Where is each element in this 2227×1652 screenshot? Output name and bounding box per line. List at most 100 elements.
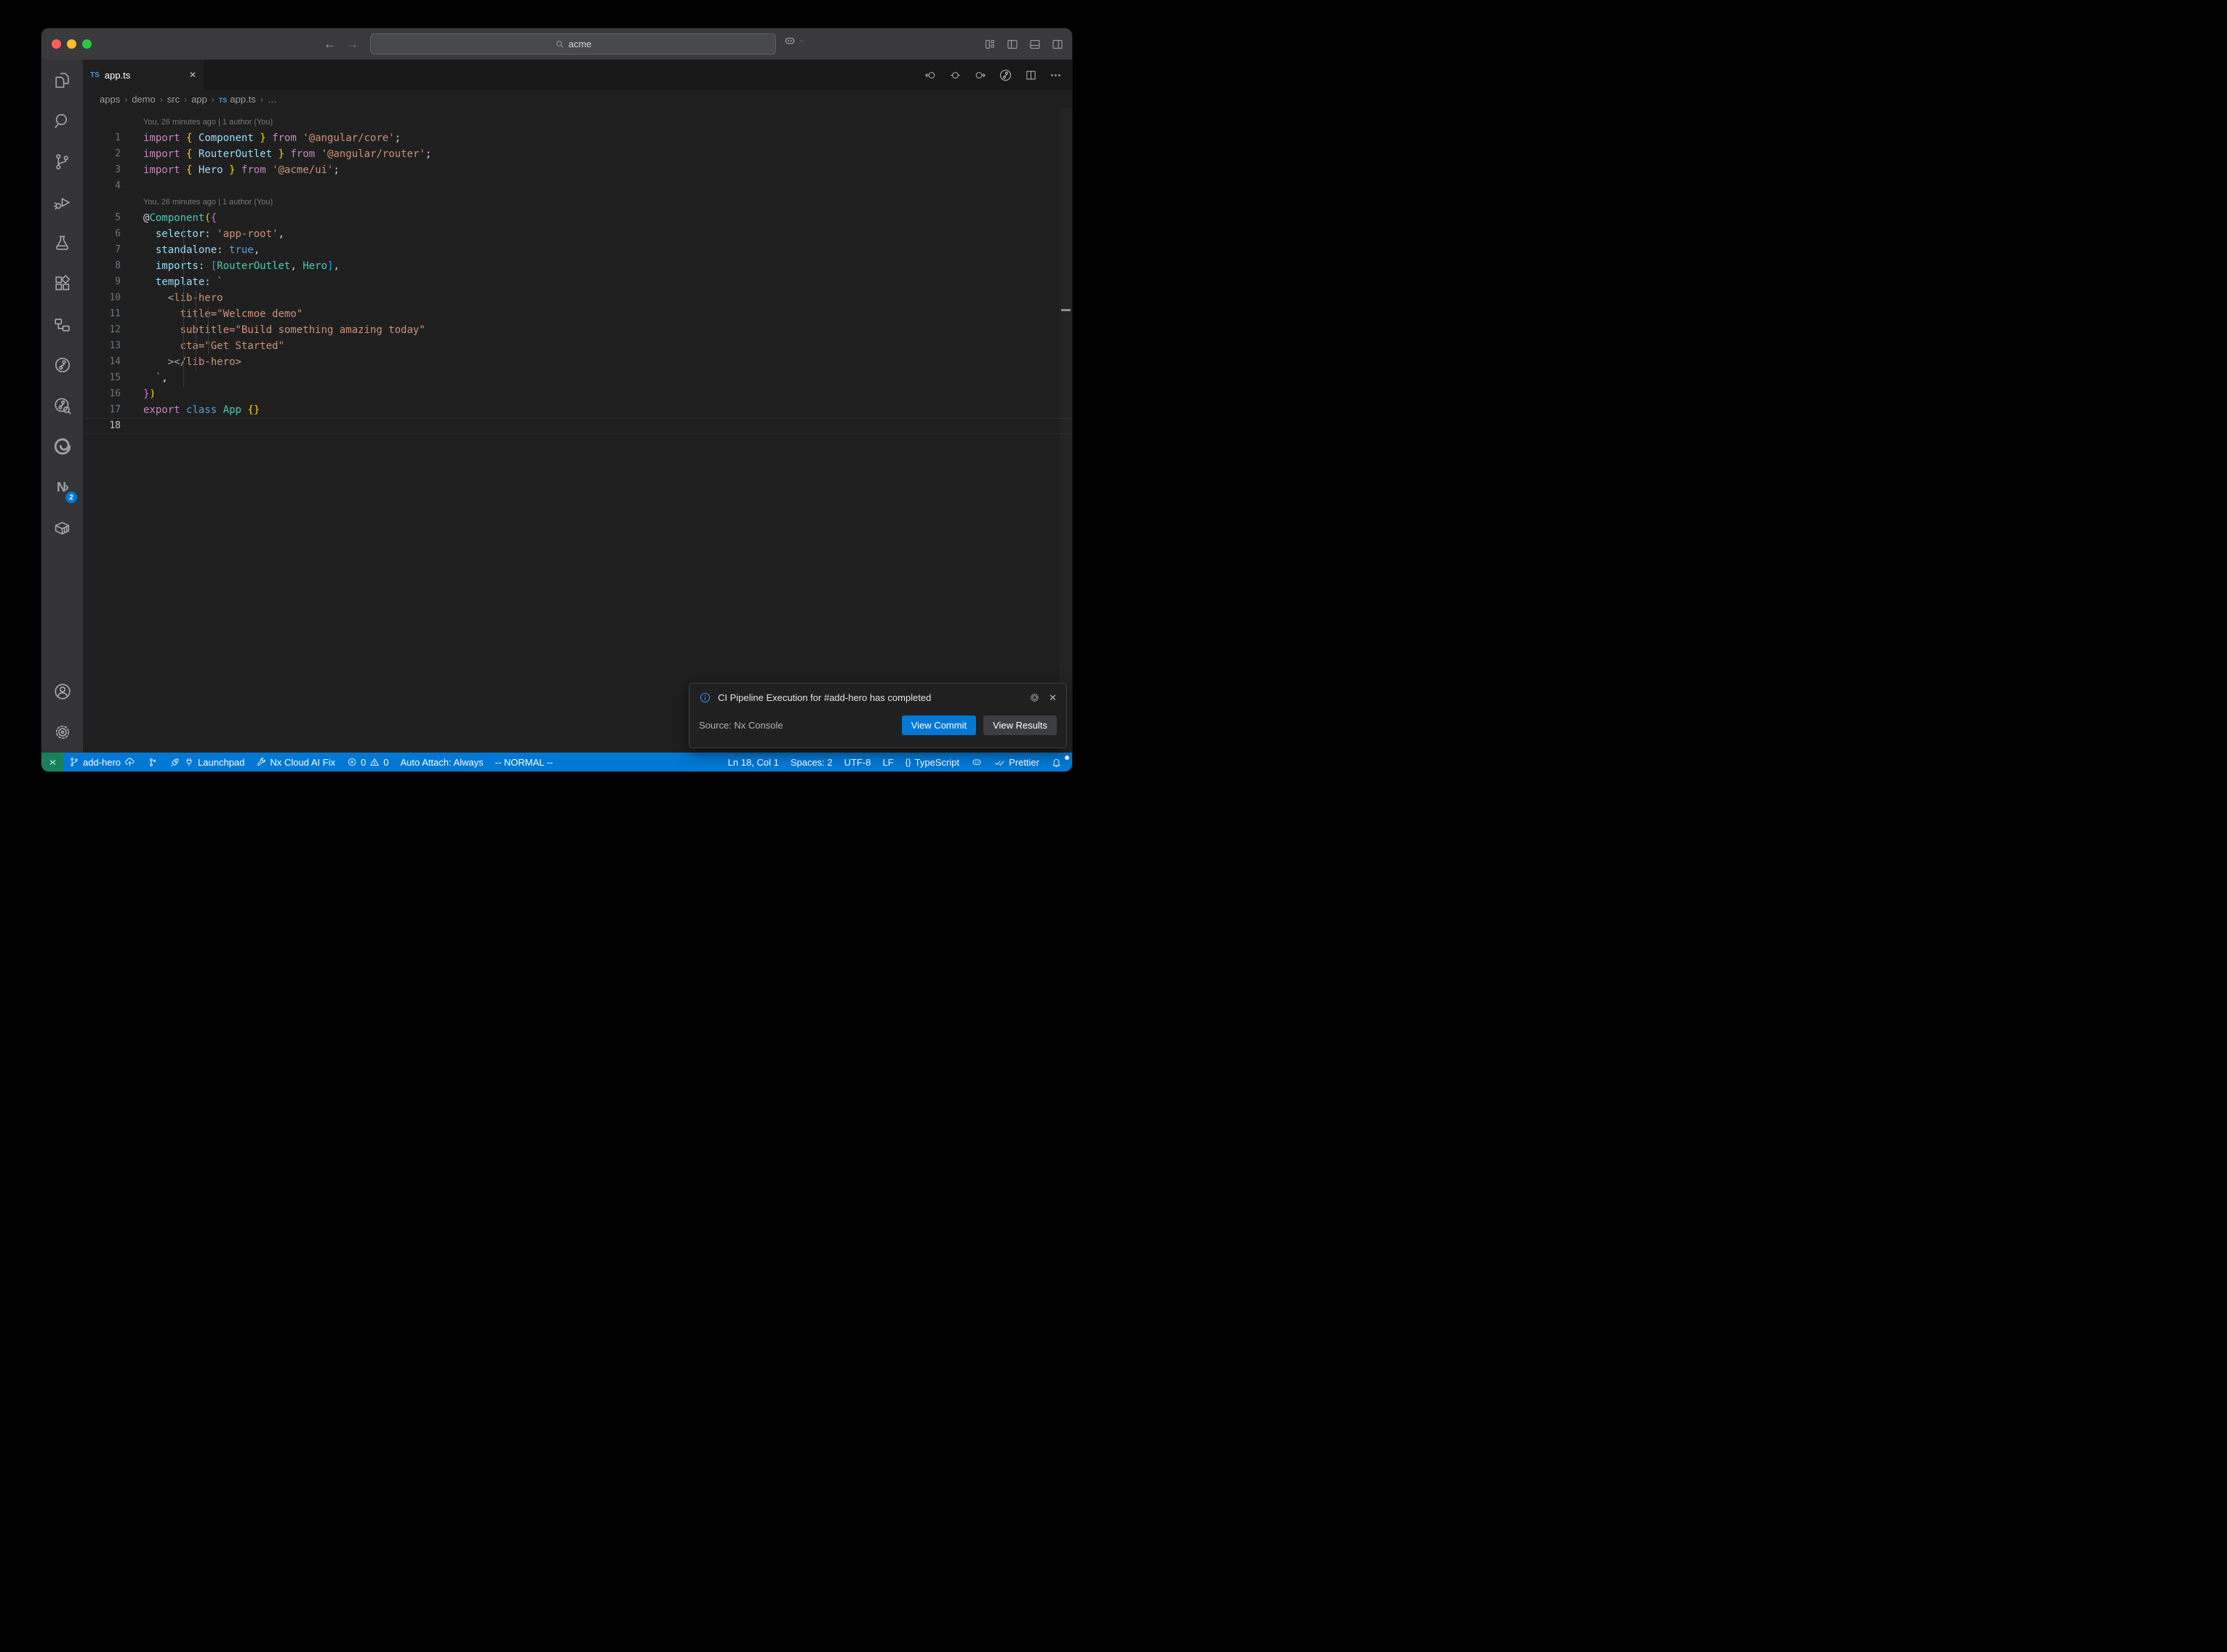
code-line[interactable]: 17export class App {} [83,402,1072,418]
code-line[interactable]: 9 template: ` [83,274,1072,290]
code-line[interactable]: 18 [83,418,1072,434]
code-line[interactable]: 16}) [83,386,1072,402]
customize-layout-icon[interactable] [984,39,996,50]
code-line[interactable]: 3import { Hero } from '@acme/ui'; [83,162,1072,178]
encoding-label: UTF-8 [844,757,871,768]
breadcrumb-item[interactable]: app [191,94,207,105]
source-control-graph-icon[interactable] [999,68,1012,82]
sidebar-item-edge-tools[interactable] [41,426,83,467]
notification-settings-gear-icon[interactable] [1029,692,1040,703]
notifications-bell-status-item[interactable] [1045,753,1068,771]
back-arrow-icon[interactable]: ← [324,37,336,52]
sidebar-item-extensions[interactable] [41,263,83,304]
blame-annotation-row[interactable]: You, 26 minutes ago | 1 author (You) [83,114,1072,130]
language-status-item[interactable]: {} TypeScript [900,753,965,771]
sidebar-item-source-control[interactable] [41,141,83,182]
code-line[interactable]: 13 cta="Get Started" [83,338,1072,354]
launchpad-label: Launchpad [198,757,244,768]
code-text: subtitle="Build something amazing today" [143,322,425,338]
code-line[interactable]: 14 ></lib-hero> [83,354,1072,370]
previous-change-icon[interactable] [924,69,937,81]
code-line[interactable]: 2import { RouterOutlet } from '@angular/… [83,146,1072,162]
forward-arrow-icon[interactable]: → [346,37,359,52]
sidebar-item-testing[interactable] [41,222,83,263]
breadcrumb-item[interactable]: … [268,94,277,105]
line-number: 10 [83,290,121,306]
view-commit-button[interactable]: View Commit [902,715,976,735]
toggle-panel-icon[interactable] [1029,39,1041,50]
branch-status-item[interactable]: add-hero [63,753,141,771]
eol-status-item[interactable]: LF [876,753,899,771]
code-text: import { Component } from '@angular/core… [143,130,401,146]
command-center-search[interactable]: acme [370,33,776,55]
code-line[interactable]: 11 title="Welcmoe demo" [83,306,1072,322]
sidebar-item-search[interactable] [41,100,83,141]
code-line[interactable]: 7 standalone: true, [83,242,1072,258]
breadcrumb-item[interactable]: src [167,94,180,105]
vim-mode-label: -- NORMAL -- [495,757,553,768]
line-number: 8 [83,258,121,274]
tab-app-ts[interactable]: TS app.ts ✕ [83,60,204,90]
indentation-status-item[interactable]: Spaces: 2 [785,753,839,771]
close-tab-icon[interactable]: ✕ [189,70,196,80]
launchpad-status-item[interactable]: Launchpad [164,753,250,771]
connected-boxes-icon [53,316,71,334]
commit-graph-icon [147,757,158,768]
accounts-button[interactable] [41,671,83,712]
breadcrumb-item[interactable]: apps [100,94,120,105]
code-line[interactable]: 6 selector: 'app-root', [83,226,1072,242]
code-line[interactable]: 12 subtitle="Build something amazing tod… [83,322,1072,338]
language-label: TypeScript [915,757,959,768]
more-actions-icon[interactable] [1049,69,1062,81]
settings-button[interactable] [41,712,83,753]
line-number [83,194,121,210]
sidebar-item-containers[interactable] [41,508,83,548]
code-line[interactable]: 5@Component({ [83,210,1072,226]
commit-graph-status-item[interactable] [141,753,164,771]
zoom-window-button[interactable] [82,39,92,49]
notification-title: CI Pipeline Execution for #add-hero has … [718,692,1023,703]
breadcrumb-item[interactable]: TSapp.ts [219,94,256,105]
sidebar-item-gitlens-search[interactable] [41,385,83,426]
title-bar[interactable]: ← → acme [41,28,1072,60]
nx-icon: N› [57,480,68,495]
editor-scrollbar[interactable] [1060,108,1072,753]
toggle-primary-sidebar-icon[interactable] [1007,39,1018,50]
cursor-position-status-item[interactable]: Ln 18, Col 1 [722,753,785,771]
sidebar-item-source-control-graph[interactable] [41,345,83,385]
formatter-status-item[interactable]: Prettier [988,753,1045,771]
view-results-button[interactable]: View Results [983,715,1057,735]
sidebar-item-explorer[interactable] [41,60,83,100]
breadcrumb-item[interactable]: demo [132,94,156,105]
code-line[interactable]: 8 imports: [RouterOutlet, Hero], [83,258,1072,274]
sidebar-item-nx-console[interactable]: N› 2 [41,467,83,508]
code-line[interactable]: 1import { Component } from '@angular/cor… [83,130,1072,146]
blame-annotation-row[interactable]: You, 26 minutes ago | 1 author (You) [83,194,1072,210]
sidebar-item-project-structure[interactable] [41,304,83,345]
sidebar-item-run-debug[interactable] [41,182,83,222]
code-editor[interactable]: You, 26 minutes ago | 1 author (You)1imp… [83,108,1072,753]
copilot-status-item[interactable] [965,753,988,771]
split-editor-icon[interactable] [1025,69,1037,81]
next-change-icon[interactable] [974,69,986,81]
encoding-status-item[interactable]: UTF-8 [839,753,877,771]
line-number [83,114,121,130]
nx-cloud-status-item[interactable]: Nx Cloud AI Fix [250,753,341,771]
files-icon [53,71,71,89]
notification-close-icon[interactable]: ✕ [1049,692,1057,704]
code-line[interactable]: 15 `, [83,370,1072,386]
problems-status-item[interactable]: 0 0 [341,753,394,771]
line-number: 16 [83,386,121,402]
minimize-window-button[interactable] [67,39,76,49]
auto-attach-status-item[interactable]: Auto Attach: Always [394,753,489,771]
typescript-file-icon: TS [219,97,228,104]
copilot-menu-button[interactable] [783,34,804,47]
activity-bar: N› 2 [41,60,83,753]
vim-mode-status-item[interactable]: -- NORMAL -- [489,753,559,771]
toggle-secondary-sidebar-icon[interactable] [1052,39,1063,50]
code-line[interactable]: 4 [83,178,1072,194]
close-window-button[interactable] [52,39,61,49]
current-change-icon[interactable] [949,69,961,81]
remote-indicator[interactable] [41,753,63,771]
code-line[interactable]: 10 <lib-hero [83,290,1072,306]
